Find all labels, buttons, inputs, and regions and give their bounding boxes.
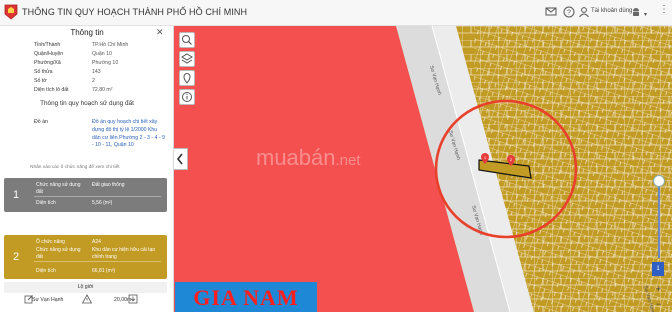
chevron-left-icon [176,153,183,165]
zone-area-value: 66,81 (m²) [92,268,116,274]
message-icon[interactable] [545,6,557,18]
collapse-panel-button[interactable] [174,148,188,170]
layers-icon [181,53,193,64]
zoom-level: 1 [652,262,664,276]
zone-type-value: A24 [92,239,101,245]
zone-area-label: Diện tích [36,200,56,206]
close-icon[interactable]: ✕ [156,26,164,39]
map-pin-icon [183,73,191,84]
info-value: 72,80 m² [92,87,113,93]
card-divider [34,196,161,197]
lo-gioi-title: Lộ giới [4,282,167,293]
watermark-tld: .net [335,152,361,169]
stamp-banner: GIA NAM [175,282,317,312]
info-label: Số tờ [34,78,47,84]
app-title: THÔNG TIN QUY HOẠCH THÀNH PHỐ HỒ CHÍ MIN… [22,7,248,17]
chevron-down-icon[interactable]: ▾ [644,11,647,18]
watermark: muabán.net [256,145,361,171]
zoom-slider-handle[interactable] [653,175,665,187]
info-panel: Thông tin ✕ Tỉnh/Thành TP.Hồ Chí Minh Qu… [0,26,174,312]
svg-text:?: ? [567,10,571,17]
zone-number: 1 [12,189,20,201]
android-icon[interactable] [630,6,642,18]
top-bar: THÔNG TIN QUY HOẠCH THÀNH PHỐ HỒ CHÍ MIN… [0,0,672,26]
layers-button[interactable] [179,51,195,67]
stamp-text: GIA NAM [193,285,299,310]
hint-text: Nhấn vào các ô chức năng để xem chi tiết [30,165,120,170]
download-icon[interactable] [128,294,138,304]
help-icon[interactable]: ? [563,6,575,18]
info-label: Quận/Huyện [34,51,64,57]
info-value: 2 [92,78,95,84]
zoom-out-button[interactable]: − [656,299,661,309]
info-value: Quận 10 [92,51,112,57]
info-value: Phường 10 [92,60,119,66]
zone-number: 2 [12,251,20,263]
zone-function-label: Chức năng sử dụng đất [36,182,81,195]
zone-details: Chức năng sử dụng đất Đất giao thông Diệ… [30,180,165,210]
more-menu-icon[interactable]: ⋮ [659,5,669,15]
info-label: Số thửa [34,69,53,75]
zone-function-label: Chức năng sử dụng đất [36,247,81,260]
info-icon [182,92,192,102]
zoom-in-button[interactable]: + [656,284,661,294]
zone-area-label: Diện tích [36,268,56,274]
city-logo-icon [4,4,18,20]
info-label: Tỉnh/Thành [34,42,61,48]
zone-area-value: 5,56 (m²) [92,200,113,206]
info-label: Phường/Xã [34,60,61,66]
info-button[interactable] [179,89,195,105]
panel-title: Thông tin [70,28,104,37]
zone-type-label: Ô chức năng [36,239,65,245]
zone-details: Ô chức năng A24 Chức năng sử dụng đất Kh… [30,237,165,277]
warning-icon[interactable] [82,294,92,304]
card-divider [34,261,161,262]
info-value: 143 [92,69,101,75]
location-button[interactable] [179,70,195,86]
zone-function-value: Khu dân cư hiện hữu cải tạo chỉnh trang [92,247,156,260]
watermark-main: muabán [256,145,336,170]
section-title: Thông tin quy hoạch sử dụng đất [40,100,134,107]
planning-map[interactable]: Sư Vạn Hạnh Sư Vạn Hạnh Sư Vạn Hạnh Sư V… [174,26,672,312]
info-value: TP.Hồ Chí Minh [92,42,129,48]
zone-card-2[interactable]: 2 Ô chức năng A24 Chức năng sử dụng đất … [4,235,167,279]
zone-card-1[interactable]: 1 Chức năng sử dụng đất Đất giao thông D… [4,178,167,212]
doan-link[interactable]: Đồ án quy hoạch chi tiết xây dựng đô thị… [92,119,166,150]
app-root: THÔNG TIN QUY HOẠCH THÀNH PHỐ HỒ CHÍ MIN… [0,0,672,312]
zoom-track[interactable] [658,178,660,258]
user-icon[interactable] [578,6,590,18]
map-canvas: Sư Vạn Hạnh Sư Vạn Hạnh Sư Vạn Hạnh Sư V… [174,26,672,312]
zoom-box-button[interactable] [179,32,195,48]
doan-label: Đồ án [34,119,48,125]
search-icon [182,35,192,45]
road-name: Sư Vạn Hạnh [32,297,64,303]
edit-icon[interactable] [24,294,34,304]
info-label: Diện tích lô đất [34,87,69,93]
account-label[interactable]: Tài khoản dùng [591,8,632,14]
zone-function-value: Đất giao thông [92,182,125,188]
